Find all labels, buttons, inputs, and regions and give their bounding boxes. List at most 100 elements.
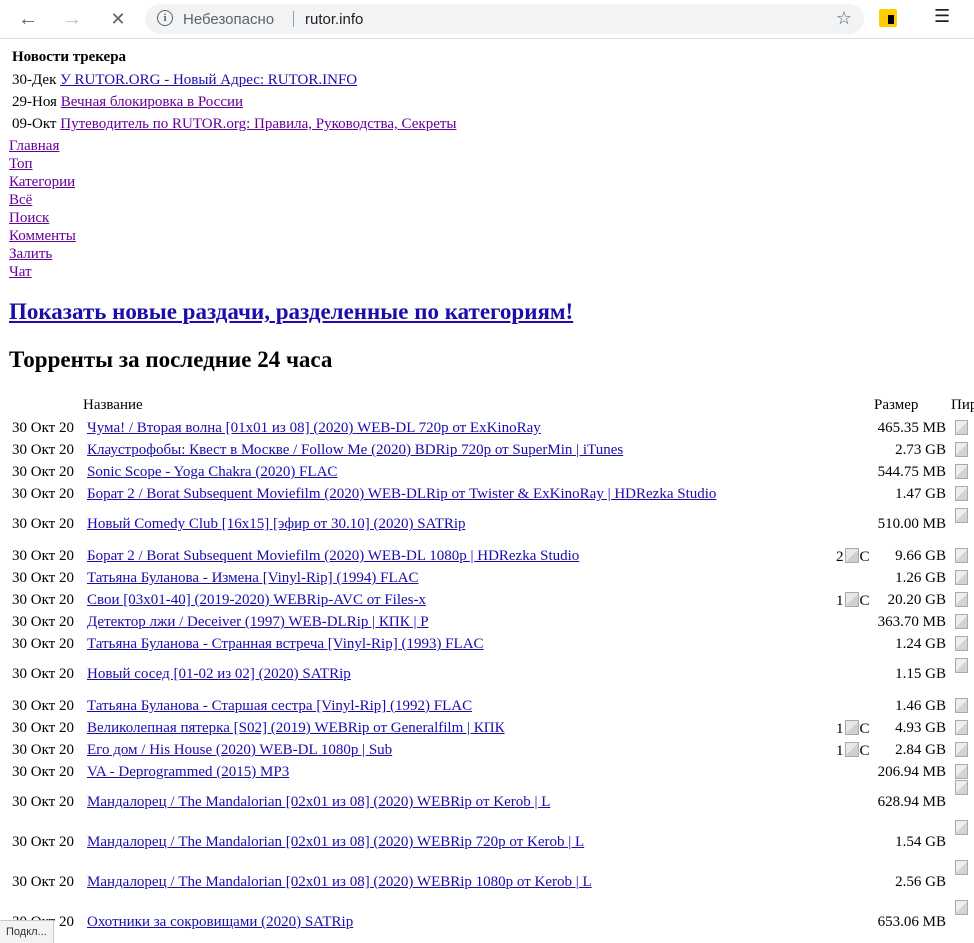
comment-icon-alt: C [859, 593, 870, 609]
yandex-extension-icon[interactable] [879, 9, 897, 27]
site-menu: Главная Топ Категории Всё Поиск Комменты… [9, 137, 76, 281]
torrent-date: 30 Окт 20 [12, 548, 74, 564]
menu-item-search[interactable]: Поиск [9, 209, 76, 227]
torrent-date: 30 Окт 20 [12, 516, 74, 532]
forward-button[interactable]: → [58, 6, 86, 32]
menu-item-upload[interactable]: Залить [9, 245, 76, 263]
torrent-size: 2.73 GB [895, 442, 946, 458]
stop-loading-button[interactable]: ✕ [104, 6, 132, 32]
torrent-link[interactable]: Борат 2 / Borat Subsequent Moviefilm (20… [87, 548, 579, 565]
torrent-size: 4.93 GB [895, 720, 946, 736]
torrent-link[interactable]: Мандалорец / The Mandalorian [02x01 из 0… [87, 874, 592, 891]
peers-icon [955, 420, 968, 438]
page-content: Новости трекера 30-Дек У RUTOR.ORG - Нов… [0, 39, 974, 942]
torrent-link[interactable]: Татьяна Буланова - Старшая сестра [Vinyl… [87, 698, 472, 715]
news-link[interactable]: Вечная блокировка в России [61, 94, 243, 110]
broken-image-icon [955, 658, 968, 673]
comment-count[interactable]: 1C [836, 720, 870, 738]
menu-item-chat[interactable]: Чат [9, 263, 76, 281]
comment-count[interactable]: 1C [836, 592, 870, 610]
comment-count[interactable]: 2C [836, 548, 870, 566]
torrent-date: 30 Окт 20 [12, 698, 74, 714]
torrent-size: 465.35 MB [877, 420, 946, 436]
torrent-link[interactable]: Мандалорец / The Mandalorian [02x01 из 0… [87, 794, 550, 811]
torrent-size: 653.06 MB [877, 914, 946, 930]
torrent-link[interactable]: Клаустрофобы: Квест в Москве / Follow Me… [87, 442, 623, 459]
peers-icon [955, 614, 968, 632]
torrent-link[interactable]: Великолепная пятерка [S02] (2019) WEBRip… [87, 720, 505, 737]
torrent-link[interactable]: Его дом / His House (2020) WEB-DL 1080p … [87, 742, 392, 759]
torrent-link[interactable]: Чума! / Вторая волна [01x01 из 08] (2020… [87, 420, 541, 437]
address-bar[interactable]: i Небезопасно rutor.info ☆ [145, 4, 864, 34]
peers-icon [955, 900, 968, 918]
address-separator [293, 11, 294, 27]
browser-menu-icon[interactable]: ☰ [934, 6, 950, 27]
menu-item-categories[interactable]: Категории [9, 173, 76, 191]
broken-image-icon [955, 442, 968, 457]
torrent-date: 30 Окт 20 [12, 720, 74, 736]
torrent-link[interactable]: Детектор лжи / Deceiver (1997) WEB-DLRip… [87, 614, 429, 631]
menu-item-home[interactable]: Главная [9, 137, 76, 155]
torrent-link[interactable]: Sonic Scope - Yoga Chakra (2020) FLAC [87, 464, 337, 481]
torrent-size: 206.94 MB [877, 764, 946, 780]
torrent-size: 2.84 GB [895, 742, 946, 758]
peers-icon [955, 442, 968, 460]
torrent-link[interactable]: Татьяна Буланова - Странная встреча [Vin… [87, 636, 484, 653]
comment-count[interactable]: 1C [836, 742, 870, 760]
torrent-link[interactable]: Борат 2 / Borat Subsequent Moviefilm (20… [87, 486, 716, 503]
back-arrow-icon: ← [18, 7, 38, 30]
news-title: Новости трекера [12, 49, 127, 65]
bookmark-star-icon[interactable]: ☆ [836, 8, 852, 29]
security-status[interactable]: Небезопасно [183, 11, 274, 28]
menu-item-top[interactable]: Топ [9, 155, 76, 173]
back-button[interactable]: ← [14, 6, 42, 32]
torrent-size: 363.70 MB [877, 614, 946, 630]
broken-image-icon [955, 570, 968, 585]
broken-image-icon [955, 614, 968, 629]
peers-icon [955, 698, 968, 716]
info-icon[interactable]: i [157, 10, 173, 26]
broken-image-icon [955, 698, 968, 713]
close-icon: ✕ [110, 8, 126, 29]
comment-icon [844, 592, 859, 607]
torrent-link[interactable]: VA - Deprogrammed (2015) MP3 [87, 764, 289, 781]
peers-icon [955, 820, 968, 838]
torrent-date: 30 Окт 20 [12, 464, 74, 480]
torrent-link[interactable]: Свои [03x01-40] (2019-2020) WEBRip-AVC о… [87, 592, 426, 609]
torrent-link[interactable]: Новый Comedy Club [16x15] [эфир от 30.10… [87, 516, 466, 533]
torrent-size: 2.56 GB [895, 874, 946, 890]
news-link[interactable]: Путеводитель по RUTOR.org: Правила, Руко… [60, 116, 456, 132]
torrent-link[interactable]: Новый сосед [01-02 из 02] (2020) SATRip [87, 666, 351, 683]
column-header-peers: Пир [951, 397, 974, 413]
section-title: Торренты за последние 24 часа [9, 347, 333, 372]
torrent-size: 628.94 MB [877, 794, 946, 810]
torrent-link[interactable]: Мандалорец / The Mandalorian [02x01 из 0… [87, 834, 584, 851]
url-text[interactable]: rutor.info [305, 11, 363, 28]
column-header-size: Размер [874, 397, 919, 413]
categories-link[interactable]: Показать новые раздачи, разделенные по к… [9, 299, 573, 325]
torrent-date: 30 Окт 20 [12, 666, 74, 682]
comment-count-value: 1 [836, 743, 844, 759]
peers-icon [955, 508, 968, 526]
torrent-link[interactable]: Татьяна Буланова - Измена [Vinyl-Rip] (1… [87, 570, 418, 587]
menu-item-all[interactable]: Всё [9, 191, 76, 209]
torrent-date: 30 Окт 20 [12, 636, 74, 652]
comment-icon-alt: C [859, 743, 870, 759]
comment-count-value: 1 [836, 721, 844, 737]
broken-image-icon [955, 780, 968, 795]
torrent-size: 9.66 GB [895, 548, 946, 564]
broken-image-icon [955, 636, 968, 651]
torrent-size: 1.26 GB [895, 570, 946, 586]
torrent-link[interactable]: Охотники за сокровищами (2020) SATRip [87, 914, 353, 931]
torrent-size: 1.46 GB [895, 698, 946, 714]
peers-icon [955, 742, 968, 760]
broken-image-icon [955, 464, 968, 479]
news-link[interactable]: У RUTOR.ORG - Новый Адрес: RUTOR.INFO [60, 72, 357, 88]
broken-image-icon [955, 420, 968, 435]
menu-item-comments[interactable]: Комменты [9, 227, 76, 245]
news-date: 09-Окт [12, 116, 57, 132]
column-header-name: Название [83, 397, 143, 413]
news-date: 29-Ноя [12, 94, 57, 110]
broken-image-icon [955, 720, 968, 735]
peers-icon [955, 636, 968, 654]
